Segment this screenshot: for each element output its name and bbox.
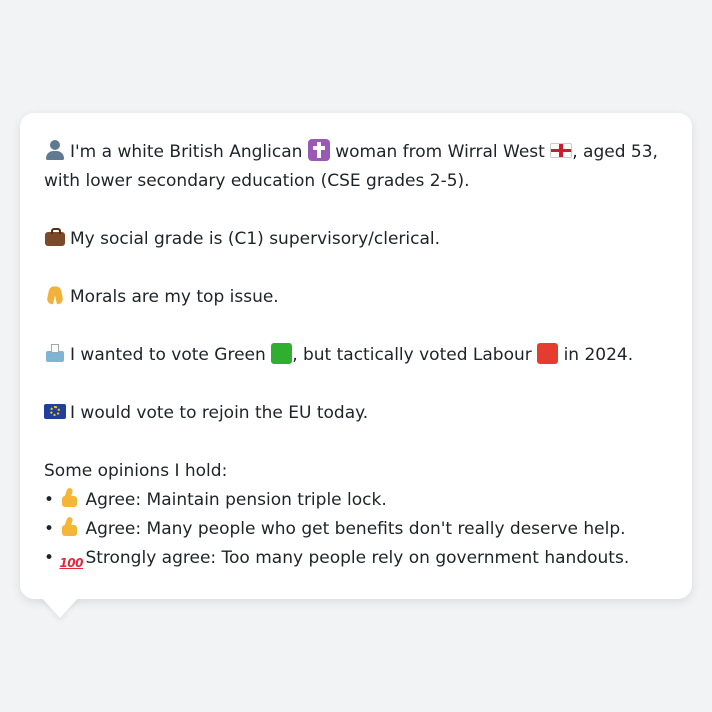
hundred-points-icon: 100 bbox=[59, 556, 83, 570]
identity-text-2: woman from Wirral West bbox=[335, 142, 545, 162]
persona-card: I'm a white British Anglican woman from … bbox=[20, 113, 692, 599]
praying-hands-icon bbox=[44, 284, 66, 306]
profile-line-identity: I'm a white British Anglican woman from … bbox=[44, 138, 668, 167]
thumbs-up-icon bbox=[59, 516, 81, 538]
profile-line-social-grade: My social grade is (C1) supervisory/cler… bbox=[44, 225, 668, 254]
eu-text: I would vote to rejoin the EU today. bbox=[70, 403, 369, 423]
vote-text-1: I wanted to vote Green bbox=[70, 345, 266, 365]
opinion-item: • 100 Strongly agree: Too many people rel… bbox=[44, 544, 668, 575]
latin-cross-icon bbox=[307, 139, 330, 161]
bullet: • bbox=[44, 519, 55, 539]
vote-text-2: , but tactically voted Labour bbox=[292, 345, 532, 365]
opinion-text: Strongly agree: Too many people rely on … bbox=[85, 548, 630, 568]
ballot-box-icon bbox=[44, 342, 66, 364]
opinion-text: Agree: Maintain pension triple lock. bbox=[85, 490, 387, 510]
opinion-text: Agree: Many people who get benefits don'… bbox=[85, 519, 626, 539]
bullet: • bbox=[44, 548, 55, 568]
identity-text-1: I'm a white British Anglican bbox=[70, 142, 303, 162]
social-grade-text: My social grade is (C1) supervisory/cler… bbox=[70, 229, 441, 249]
profile-line-top-issue: Morals are my top issue. bbox=[44, 283, 668, 312]
top-issue-text: Morals are my top issue. bbox=[70, 287, 279, 307]
england-flag-icon bbox=[550, 143, 573, 158]
bullet: • bbox=[44, 490, 55, 510]
person-silhouette-icon bbox=[44, 139, 66, 161]
briefcase-icon bbox=[44, 226, 66, 248]
identity-text-3: , aged 53, bbox=[572, 142, 658, 162]
thumbs-up-icon bbox=[59, 487, 81, 509]
red-square-icon bbox=[537, 343, 559, 364]
vote-text-3: in 2024. bbox=[563, 345, 634, 365]
opinions-heading: Some opinions I hold: bbox=[44, 461, 228, 481]
green-square-icon bbox=[271, 343, 293, 364]
profile-line-education: with lower secondary education (CSE grad… bbox=[44, 171, 470, 191]
opinion-item: • Agree: Many people who get benefits do… bbox=[44, 515, 668, 544]
speech-bubble-tail bbox=[41, 597, 79, 618]
profile-line-vote: I wanted to vote Green , but tactically … bbox=[44, 341, 668, 370]
opinion-item: • Agree: Maintain pension triple lock. bbox=[44, 486, 668, 515]
eu-flag-icon bbox=[44, 404, 66, 419]
profile-line-eu: I would vote to rejoin the EU today. bbox=[44, 399, 668, 428]
